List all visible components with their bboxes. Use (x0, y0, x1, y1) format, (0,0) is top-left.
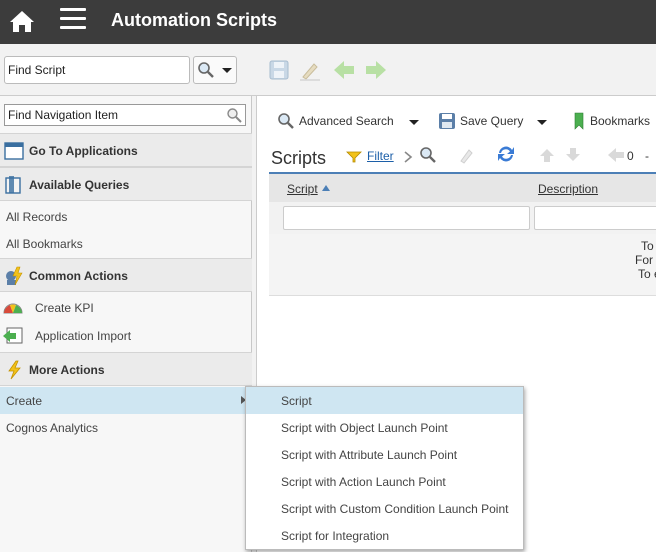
message-line: To (641, 239, 654, 253)
chevron-right-icon (404, 151, 413, 163)
move-down-icon[interactable] (565, 147, 581, 163)
sort-ascending-icon (322, 185, 330, 191)
submenu-item-object-launch-point[interactable]: Script with Object Launch Point (246, 414, 523, 441)
kpi-gauge-icon (3, 303, 23, 314)
available-queries-label: Available Queries (29, 178, 130, 192)
save-query-icon (439, 113, 455, 129)
table-header: Script Description (269, 174, 656, 202)
clear-changes-icon[interactable] (298, 58, 322, 82)
lightning-icon (8, 360, 21, 380)
common-actions-label: Common Actions (29, 269, 128, 283)
submenu-item-attribute-launch-point[interactable]: Script with Attribute Launch Point (246, 441, 523, 468)
toolbar (0, 44, 656, 96)
cognos-analytics-link[interactable]: Cognos Analytics (0, 414, 252, 441)
record-count: 0 (627, 149, 634, 163)
record-range-separator: - (645, 149, 649, 163)
filter-row (269, 202, 656, 234)
bookmark-icon (574, 112, 584, 130)
column-header-description[interactable]: Description (538, 182, 598, 196)
list-title: Scripts (271, 148, 327, 168)
bookmarks-button[interactable]: Bookmarks (590, 114, 650, 128)
more-actions-label: More Actions (29, 363, 105, 377)
queries-icon (5, 176, 21, 194)
application-import-link[interactable]: Application Import (0, 322, 252, 349)
message-line: To e (638, 267, 656, 281)
go-to-applications-section[interactable]: Go To Applications (0, 133, 252, 167)
all-bookmarks-label: All Bookmarks (6, 237, 83, 251)
home-icon[interactable] (9, 9, 35, 33)
refresh-icon[interactable] (496, 144, 516, 164)
left-navigation: Go To Applications Available Queries All… (0, 96, 252, 552)
create-menu-item[interactable]: Create (0, 387, 252, 414)
chevron-down-icon[interactable] (409, 120, 419, 125)
submenu-item-script-for-integration[interactable]: Script for Integration (246, 522, 523, 549)
query-bar: Advanced Search Save Query Bookmarks (257, 108, 656, 134)
go-to-applications-label: Go To Applications (29, 144, 138, 158)
submenu-item-custom-condition-launch-point[interactable]: Script with Custom Condition Launch Poin… (246, 495, 523, 522)
cognos-analytics-label: Cognos Analytics (6, 421, 99, 435)
save-icon[interactable] (267, 58, 291, 82)
search-icon (198, 62, 214, 78)
available-queries-section[interactable]: Available Queries (0, 167, 252, 201)
all-records-label: All Records (6, 210, 68, 224)
message-line: For r (635, 253, 656, 267)
chevron-down-icon (222, 68, 232, 73)
clear-filter-icon[interactable] (457, 146, 475, 164)
find-navigation-item-input[interactable] (4, 104, 246, 126)
create-label: Create (6, 394, 43, 408)
more-actions-section[interactable]: More Actions (0, 352, 252, 386)
advanced-search-button[interactable]: Advanced Search (299, 114, 394, 128)
search-icon[interactable] (419, 146, 437, 164)
submenu-item-script[interactable]: Script (246, 387, 523, 414)
create-kpi-label: Create KPI (35, 301, 94, 315)
search-icon[interactable] (226, 107, 242, 123)
create-kpi-link[interactable]: Create KPI (0, 294, 252, 321)
previous-page-icon[interactable] (607, 147, 625, 163)
chevron-down-icon[interactable] (537, 120, 547, 125)
all-records-link[interactable]: All Records (0, 203, 252, 230)
applications-icon (4, 142, 24, 160)
column-header-script[interactable]: Script (287, 182, 318, 196)
common-actions-icon (6, 266, 23, 286)
submenu-item-action-launch-point[interactable]: Script with Action Launch Point (246, 468, 523, 495)
description-filter-input[interactable] (534, 206, 656, 230)
save-query-button[interactable]: Save Query (460, 114, 523, 128)
app-title: Automation Scripts (111, 10, 278, 30)
create-submenu: Script Script with Object Launch Point S… (245, 386, 524, 550)
application-import-label: Application Import (35, 329, 132, 343)
find-script-input[interactable] (4, 56, 190, 84)
advanced-search-icon (278, 113, 294, 129)
empty-table-message: To For r To e (269, 234, 656, 296)
find-script-button[interactable] (193, 56, 237, 84)
title-bar: Automation Scripts (0, 0, 656, 44)
common-actions-section[interactable]: Common Actions (0, 258, 252, 292)
next-arrow-icon[interactable] (364, 58, 388, 82)
previous-arrow-icon[interactable] (332, 58, 356, 82)
filter-icon[interactable] (346, 151, 362, 163)
all-bookmarks-link[interactable]: All Bookmarks (0, 230, 252, 257)
move-up-icon[interactable] (539, 147, 555, 163)
filter-link[interactable]: Filter (367, 149, 394, 163)
hamburger-menu-icon[interactable] (60, 8, 86, 30)
script-filter-input[interactable] (283, 206, 530, 230)
import-icon (3, 327, 23, 344)
